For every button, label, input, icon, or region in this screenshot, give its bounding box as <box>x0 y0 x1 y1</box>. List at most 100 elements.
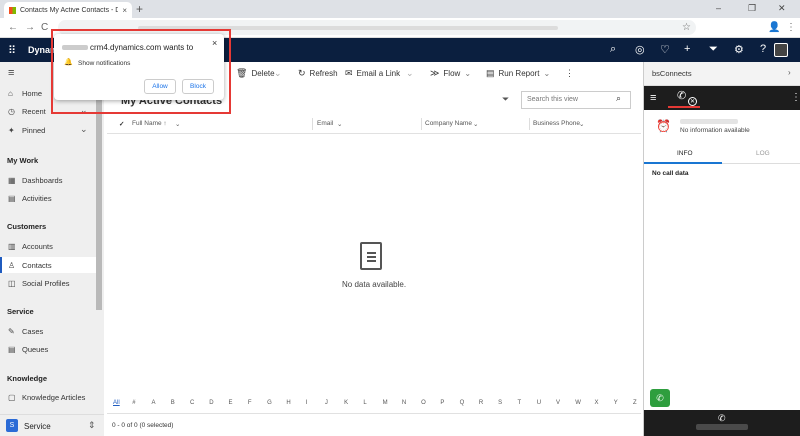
close-window-button[interactable]: ✕ <box>778 3 786 14</box>
sidebar-item-home[interactable]: ⌂ Home <box>8 89 42 98</box>
alphabet-filter-p[interactable]: P <box>440 400 444 406</box>
alphabet-filter-all[interactable]: All <box>113 400 120 406</box>
alphabet-filter-a[interactable]: A <box>152 400 156 406</box>
tab-log[interactable]: LOG <box>756 150 770 157</box>
minimize-button[interactable]: – <box>716 3 721 13</box>
alphabet-filter-c[interactable]: C <box>190 400 194 406</box>
highlight-annotation-box <box>51 29 231 114</box>
run-report-button[interactable]: ▤ Run Report ⌄ <box>486 68 550 79</box>
column-header-full-name[interactable]: Full Name ↑ <box>132 120 167 127</box>
hamburger-menu-icon[interactable]: ≡ <box>8 67 14 79</box>
chevron-down-icon[interactable]: ⌄ <box>406 68 414 79</box>
alphabet-filter-z[interactable]: Z <box>633 400 637 406</box>
sidebar-item-activities[interactable]: ▤ Activities <box>8 194 52 203</box>
profile-icon[interactable]: 👤 <box>768 22 780 33</box>
help-icon[interactable]: ? <box>760 43 766 55</box>
select-all-checkbox[interactable]: ✓ <box>119 120 124 128</box>
app-launcher-icon[interactable]: ⠿ <box>8 44 16 57</box>
alphabet-filter-h[interactable]: H <box>286 400 290 406</box>
chevron-down-icon[interactable]: ⌄ <box>579 120 584 128</box>
settings-gear-icon[interactable]: ⚙ <box>734 43 744 56</box>
bookmark-star-icon[interactable]: ☆ <box>682 22 691 33</box>
forward-button[interactable]: → <box>25 22 35 33</box>
new-tab-button[interactable]: + <box>136 2 143 16</box>
delete-button[interactable]: 🗑 Delete <box>236 68 275 79</box>
call-button[interactable]: ✆ <box>650 389 670 407</box>
alphabet-filter-n[interactable]: N <box>402 400 406 406</box>
column-header-email[interactable]: Email <box>317 120 333 127</box>
email-link-button[interactable]: ✉ Email a Link <box>345 68 400 79</box>
phone-icon[interactable]: ✆ <box>677 89 686 102</box>
more-commands-icon[interactable]: ⋮ <box>565 68 574 79</box>
column-header-business-phone[interactable]: Business Phone <box>533 120 580 127</box>
sidebar-item-pinned[interactable]: ✦ Pinned <box>8 126 45 135</box>
sidebar-item-recent[interactable]: ◷ Recent <box>8 107 46 116</box>
alphabet-filter-f[interactable]: F <box>248 400 252 406</box>
alphabet-filter-m[interactable]: M <box>383 400 388 406</box>
alphabet-filter-q[interactable]: Q <box>460 400 465 406</box>
alphabet-filter-d[interactable]: D <box>209 400 213 406</box>
report-icon: ▤ <box>486 68 495 78</box>
alphabet-filter-j[interactable]: J <box>325 400 328 406</box>
alphabet-filter-x[interactable]: X <box>594 400 598 406</box>
lightbulb-icon[interactable]: ♡ <box>660 43 670 56</box>
new-record-icon[interactable]: + <box>684 43 690 55</box>
alphabet-filter-k[interactable]: K <box>344 400 348 406</box>
sidebar-item-queues[interactable]: ▤ Queues <box>8 345 48 354</box>
alphabet-filter-w[interactable]: W <box>575 400 581 406</box>
reload-button[interactable]: C <box>41 22 48 33</box>
advanced-find-icon[interactable]: ⏷ <box>709 43 718 56</box>
chevron-down-icon[interactable]: ⌄ <box>473 120 478 128</box>
restore-button[interactable]: ❐ <box>748 3 756 14</box>
filter-icon[interactable]: ⏷ <box>502 94 509 105</box>
chevron-down-icon[interactable]: ⌄ <box>175 120 180 128</box>
flow-button[interactable]: ≫ Flow ⌄ <box>430 68 471 79</box>
sidebar-item-cases[interactable]: ✎ Cases <box>8 327 43 336</box>
area-switcher[interactable]: S Service ⇕ <box>0 414 104 436</box>
browser-menu-icon[interactable]: ⋮ <box>786 22 796 33</box>
sidebar-scrollbar[interactable] <box>96 96 102 310</box>
search-icon[interactable]: ⌕ <box>610 43 616 56</box>
alphabet-filter-e[interactable]: E <box>229 400 233 406</box>
assistant-icon[interactable]: ◎ <box>635 43 645 56</box>
chevron-down-icon[interactable]: ⌄ <box>337 120 342 128</box>
refresh-button[interactable]: ↻ Refresh <box>298 68 338 79</box>
alphabet-filter-g[interactable]: G <box>267 400 272 406</box>
collapse-panel-icon[interactable]: › <box>788 68 791 77</box>
alphabet-filter-i[interactable]: I <box>306 400 308 406</box>
run-report-label: Run Report <box>498 69 540 78</box>
softphone-menu-icon[interactable]: ≡ <box>650 92 656 104</box>
tab-close-icon[interactable]: × <box>122 6 127 15</box>
alphabet-filter-r[interactable]: R <box>479 400 483 406</box>
email-icon: ✉ <box>345 68 353 78</box>
area-switch-icon[interactable]: ⇕ <box>88 420 96 431</box>
back-button[interactable]: ← <box>8 22 18 33</box>
tab-info[interactable]: INFO <box>677 150 693 157</box>
browser-tab[interactable]: Contacts My Active Contacts - D × <box>4 2 132 18</box>
sidebar-item-dashboards[interactable]: ▦ Dashboards <box>8 176 62 185</box>
search-icon[interactable]: ⌕ <box>616 93 621 104</box>
panel-header: bsConnects › <box>644 62 800 86</box>
alphabet-filter-s[interactable]: S <box>498 400 502 406</box>
alphabet-filter-t[interactable]: T <box>517 400 521 406</box>
column-header-company-name[interactable]: Company Name <box>425 120 472 127</box>
disconnect-icon[interactable]: ✕ <box>688 97 697 106</box>
user-avatar[interactable] <box>774 43 788 57</box>
alphabet-filter-hash[interactable]: # <box>132 400 135 406</box>
sidebar-item-label: Queues <box>22 345 49 354</box>
sidebar-item-social-profiles[interactable]: ◫ Social Profiles <box>8 279 70 288</box>
chevron-down-icon[interactable]: ⌄ <box>274 68 282 79</box>
sidebar-item-accounts[interactable]: ▥ Accounts <box>8 242 53 251</box>
alphabet-filter-y[interactable]: Y <box>614 400 618 406</box>
sidebar-item-knowledge-articles[interactable]: ▢ Knowledge Articles <box>8 393 85 402</box>
alphabet-filter-b[interactable]: B <box>171 400 175 406</box>
search-view-input[interactable]: Search this view <box>521 91 631 109</box>
softphone-more-icon[interactable]: ⋮ <box>791 92 800 103</box>
alphabet-filter-v[interactable]: V <box>556 400 560 406</box>
chevron-down-icon[interactable]: ⌄ <box>80 124 88 135</box>
sidebar-item-contacts[interactable]: ♙ Contacts <box>8 261 52 270</box>
alphabet-filter-o[interactable]: O <box>421 400 426 406</box>
alphabet-filter-u[interactable]: U <box>537 400 541 406</box>
panel-title: bsConnects <box>652 69 692 78</box>
alphabet-filter-l[interactable]: L <box>363 400 366 406</box>
